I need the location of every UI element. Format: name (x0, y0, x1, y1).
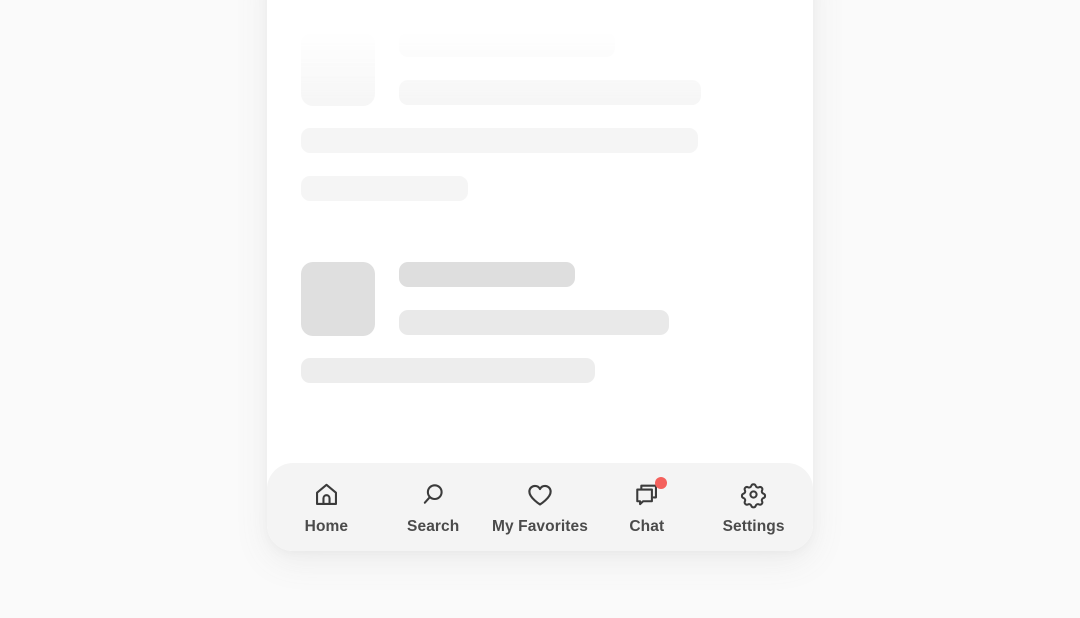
skeleton-bar (399, 262, 576, 287)
skeleton-block-solid (301, 262, 791, 383)
skeleton-bar (399, 32, 615, 57)
skeleton-row (301, 262, 791, 336)
nav-label-chat: Chat (629, 517, 665, 535)
chat-unread-badge (654, 476, 667, 489)
nav-label-settings: Settings (722, 517, 785, 535)
skeleton-lines (399, 32, 791, 105)
skeleton-bar (301, 358, 595, 383)
nav-item-chat[interactable]: Chat (593, 463, 700, 551)
nav-item-home[interactable]: Home (273, 463, 380, 551)
search-icon (418, 480, 448, 510)
skeleton-thumbnail (301, 262, 375, 336)
heart-icon (525, 480, 555, 510)
skeleton-lines (399, 262, 791, 335)
nav-label-home: Home (304, 517, 349, 535)
nav-item-favorites[interactable]: My Favorites (487, 463, 594, 551)
home-icon (311, 480, 341, 510)
skeleton-block-faded (301, 32, 791, 201)
skeleton-row (301, 32, 791, 106)
nav-label-search: Search (407, 517, 460, 535)
nav-item-search[interactable]: Search (380, 463, 487, 551)
skeleton-bar (301, 128, 698, 153)
bottom-navigation-bar: Home Search My Favorites Chat Settings (267, 463, 813, 551)
skeleton-bar (301, 176, 468, 201)
skeleton-thumbnail (301, 32, 375, 106)
nav-item-settings[interactable]: Settings (700, 463, 807, 551)
gear-icon (739, 480, 769, 510)
content-area (267, 0, 813, 463)
skeleton-bar (399, 80, 701, 105)
chat-icon (632, 476, 667, 510)
skeleton-bar (399, 310, 670, 335)
app-card: Home Search My Favorites Chat Settings (267, 0, 813, 551)
nav-label-favorites: My Favorites (492, 517, 588, 535)
